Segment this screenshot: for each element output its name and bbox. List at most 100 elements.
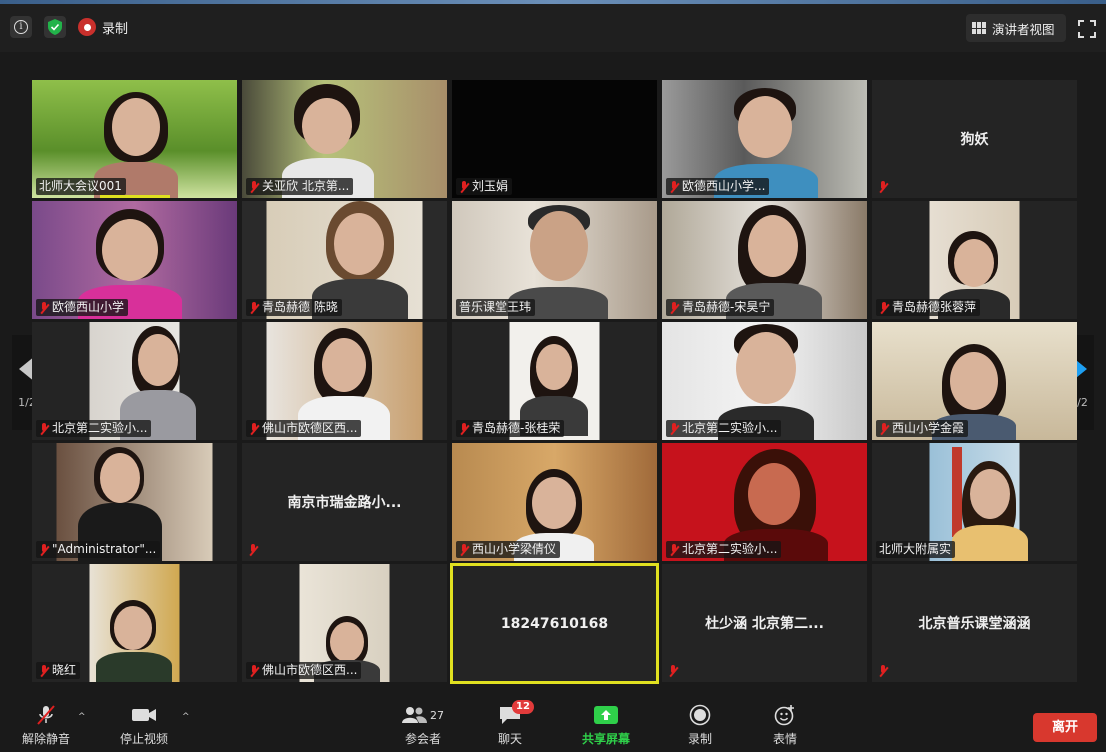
- view-toggle-button[interactable]: 演讲者视图: [966, 14, 1066, 42]
- chat-unread-badge: 12: [512, 700, 534, 714]
- info-icon[interactable]: i: [10, 16, 32, 38]
- video-tile[interactable]: "Administrator"...: [32, 443, 237, 561]
- participants-label: 参会者: [404, 732, 441, 746]
- participant-name-label: 佛山市欧德区西...: [246, 662, 362, 679]
- mic-muted-icon: [878, 665, 888, 677]
- participant-name-label: 关亚欣 北京第...: [246, 178, 354, 195]
- video-camera-icon: [131, 704, 157, 726]
- video-tile[interactable]: 佛山市欧德区西...: [242, 564, 447, 682]
- chat-label: 聊天: [498, 732, 523, 746]
- reactions-label: 表情: [773, 732, 798, 746]
- video-tile[interactable]: 南京市瑞金路小...: [242, 443, 447, 561]
- record-label: 录制: [688, 732, 713, 746]
- share-screen-label: 共享屏幕: [582, 732, 631, 746]
- participant-name-center: 狗妖: [960, 132, 989, 148]
- video-tile[interactable]: 青岛赫德-张桂荣: [452, 322, 657, 440]
- chat-button[interactable]: 12 聊天: [498, 700, 534, 747]
- participant-name-label: 刘玉娟: [456, 178, 513, 195]
- mic-muted-icon: [459, 422, 469, 435]
- video-tile[interactable]: 普乐课堂王玮: [452, 201, 657, 319]
- video-tile[interactable]: 佛山市欧德区西...: [242, 322, 447, 440]
- video-tile[interactable]: 青岛赫德-宋昊宁: [662, 201, 867, 319]
- record-icon[interactable]: [78, 18, 96, 36]
- video-tile[interactable]: 西山小学梁倩仪: [452, 443, 657, 561]
- meeting-toolbar: 解除静音 ^ 停止视频 ^ 27 参会者 12 聊天 共享屏幕 录制 表情 离开: [0, 700, 1106, 752]
- participant-name-label: 西山小学金霞: [876, 420, 969, 437]
- record-button[interactable]: 录制: [688, 704, 712, 747]
- mic-muted-icon: [39, 422, 49, 435]
- grid-view-icon: [972, 22, 986, 34]
- stop-video-button[interactable]: 停止视频: [120, 704, 168, 747]
- mic-muted-icon: [39, 664, 49, 677]
- leave-meeting-button[interactable]: 离开: [1033, 713, 1097, 742]
- share-screen-button[interactable]: 共享屏幕: [582, 704, 630, 747]
- video-options-caret[interactable]: ^: [182, 712, 190, 722]
- mic-muted-icon: [459, 543, 469, 556]
- share-screen-icon: [593, 704, 619, 726]
- video-tile[interactable]: 北京第二实验小...: [662, 443, 867, 561]
- video-tile[interactable]: 北京第二实验小...: [32, 322, 237, 440]
- mic-muted-icon: [879, 422, 889, 435]
- participant-name-center: 杜少涵 北京第二...: [705, 616, 824, 632]
- participants-button[interactable]: 27 参会者: [402, 704, 444, 747]
- microphone-muted-icon: [35, 704, 57, 726]
- participant-name-label: 晓红: [36, 662, 81, 679]
- participant-name-label: 青岛赫德-张桂荣: [456, 420, 565, 437]
- video-tile[interactable]: 关亚欣 北京第...: [242, 80, 447, 198]
- mic-muted-icon: [459, 180, 469, 193]
- mic-muted-icon: [878, 181, 888, 193]
- chat-icon: 12: [498, 700, 534, 726]
- record-circle-icon: [689, 704, 711, 726]
- participant-name-label: 青岛赫德-宋昊宁: [666, 299, 775, 316]
- mic-muted-icon: [669, 422, 679, 435]
- mic-muted-icon: [669, 180, 679, 193]
- video-tile[interactable]: 欧德西山小学...: [662, 80, 867, 198]
- mic-muted-icon: [669, 301, 679, 314]
- video-tile-active-speaker[interactable]: 18247610168: [450, 563, 659, 684]
- mic-muted-icon: [249, 180, 259, 193]
- participants-icon: 27: [402, 704, 444, 726]
- participant-name-label: "Administrator"...: [36, 541, 161, 558]
- participant-name-label: 北师大附属实: [876, 541, 956, 558]
- video-tile[interactable]: 青岛赫德 陈晓: [242, 201, 447, 319]
- video-tile[interactable]: 欧德西山小学: [32, 201, 237, 319]
- reactions-button[interactable]: 表情: [773, 704, 797, 747]
- view-button-label: 演讲者视图: [992, 21, 1055, 37]
- participant-name-label: 佛山市欧德区西...: [246, 420, 362, 437]
- participant-name-label: 北京第二实验小...: [36, 420, 152, 437]
- video-tile[interactable]: 北京普乐课堂涵涵: [872, 564, 1077, 682]
- participant-name-label: 欧德西山小学...: [666, 178, 770, 195]
- window-top-strip: [0, 0, 1106, 4]
- mic-muted-icon: [39, 543, 49, 556]
- mic-muted-icon: [248, 544, 258, 556]
- participant-name-label: 北京第二实验小...: [666, 541, 782, 558]
- smiley-icon: [774, 704, 796, 726]
- video-tile[interactable]: 晓红: [32, 564, 237, 682]
- video-tile[interactable]: 北师大会议001: [32, 80, 237, 198]
- video-tile[interactable]: 北师大附属实: [872, 443, 1077, 561]
- mic-muted-icon: [879, 301, 889, 314]
- meeting-top-bar: i 录制 演讲者视图: [0, 0, 1106, 52]
- participant-name-center: 南京市瑞金路小...: [287, 495, 402, 511]
- participant-name-label: 青岛赫德 陈晓: [246, 299, 342, 316]
- participant-name-label: 欧德西山小学: [36, 299, 129, 316]
- video-tile[interactable]: 西山小学金霞: [872, 322, 1077, 440]
- fullscreen-icon[interactable]: [1078, 20, 1096, 38]
- video-tile[interactable]: 北京第二实验小...: [662, 322, 867, 440]
- shield-icon[interactable]: [44, 16, 66, 38]
- participant-name-label: 青岛赫德张蓉萍: [876, 299, 981, 316]
- video-tile[interactable]: 杜少涵 北京第二...: [662, 564, 867, 682]
- video-tile[interactable]: 刘玉娟: [452, 80, 657, 198]
- participant-name-center: 北京普乐课堂涵涵: [918, 616, 1031, 632]
- participant-name-center: 18247610168: [500, 615, 609, 632]
- unmute-button[interactable]: 解除静音: [22, 704, 70, 747]
- mic-muted-icon: [249, 664, 259, 677]
- mic-muted-icon: [669, 543, 679, 556]
- participants-count: 27: [430, 708, 444, 722]
- participant-name-label: 普乐课堂王玮: [456, 299, 536, 316]
- video-tile[interactable]: 狗妖: [872, 80, 1077, 198]
- video-tile[interactable]: 青岛赫德张蓉萍: [872, 201, 1077, 319]
- mic-muted-icon: [668, 665, 678, 677]
- mic-muted-icon: [249, 301, 259, 314]
- audio-options-caret[interactable]: ^: [78, 712, 86, 722]
